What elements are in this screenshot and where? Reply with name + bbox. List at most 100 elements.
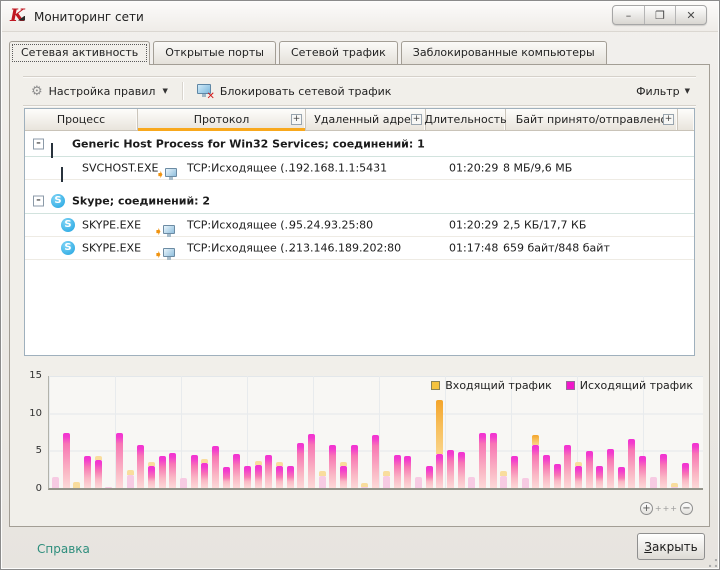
y-tick-label: 15 xyxy=(29,370,42,381)
tab-network-traffic[interactable]: Сетевой трафик xyxy=(279,41,398,64)
column-header-protocol[interactable]: Протокол + xyxy=(138,109,306,130)
chart-bar xyxy=(105,487,112,488)
chart-bar xyxy=(468,477,475,488)
column-header-address[interactable]: Удаленный адрес + xyxy=(306,109,426,130)
tab-blocked-computers[interactable]: Заблокированные компьютеры xyxy=(401,41,607,64)
chart-bar xyxy=(692,443,699,488)
table-row[interactable]: SVCHOST.EXE ➧ TCP:Исходящее (… 192.168.1… xyxy=(25,157,694,180)
protocol-value: TCP:Исходящее (… xyxy=(187,162,296,175)
y-tick-label: 10 xyxy=(29,408,42,419)
chart-bar xyxy=(596,466,603,488)
network-monitor-window: K Мониторинг сети – ❐ ✕ Сетевая активнос… xyxy=(0,0,720,570)
toolbar: ⚙ Настройка правил ▼ ✕ Блокировать сетев… xyxy=(23,76,696,106)
chart-bar xyxy=(276,462,283,488)
skype-icon: S xyxy=(61,241,75,255)
chart-bar xyxy=(63,433,70,488)
chart-bar xyxy=(564,445,571,488)
filter-button[interactable]: Фильтр ▼ xyxy=(630,82,696,101)
traffic-chart: 15 10 5 0 Входящий трафик Исходящий траф… xyxy=(24,374,705,496)
zoom-in-icon[interactable]: + xyxy=(640,502,653,515)
collapse-icon[interactable]: – xyxy=(33,138,44,149)
close-icon[interactable]: ✕ xyxy=(675,6,706,24)
bytes-value: 2,5 КБ/17,7 КБ xyxy=(503,219,586,232)
chart-bar xyxy=(500,471,507,488)
bytes-value: 659 байт/848 байт xyxy=(503,242,610,255)
chart-bar xyxy=(372,435,379,488)
column-header-filler xyxy=(678,109,694,130)
zoom-slider[interactable]: +++ xyxy=(655,504,678,513)
chart-bar xyxy=(148,462,155,488)
chart-bar xyxy=(575,462,582,488)
chart-bar xyxy=(532,435,539,488)
chart-bar xyxy=(511,456,518,488)
chart-bar xyxy=(73,482,80,488)
block-traffic-button[interactable]: ✕ Блокировать сетевой трафик xyxy=(189,81,400,102)
chart-bar xyxy=(169,453,176,488)
table-row[interactable]: S SKYPE.EXE ➧ TCP:Исходящее (… 95.24.93.… xyxy=(25,214,694,237)
chart-bar xyxy=(618,467,625,488)
chart-bar xyxy=(116,433,123,488)
group-label: Generic Host Process for Win32 Services;… xyxy=(72,137,425,150)
collapse-icon[interactable]: – xyxy=(33,195,44,206)
process-name: SKYPE.EXE xyxy=(82,242,141,255)
column-header-process[interactable]: Процесс xyxy=(25,109,138,130)
chart-bar xyxy=(52,477,59,488)
protocol-value: TCP:Исходящее (… xyxy=(187,219,296,232)
chart-bar xyxy=(607,449,614,488)
chart-bar xyxy=(265,455,272,488)
chart-bar xyxy=(682,463,689,488)
expand-column-icon[interactable]: + xyxy=(291,114,302,125)
chart-bar xyxy=(244,466,251,488)
group-row-svchost[interactable]: – Generic Host Process for Win32 Service… xyxy=(25,131,694,157)
protocol-value: TCP:Исходящее (… xyxy=(187,242,296,255)
skype-icon: S xyxy=(51,194,65,208)
chart-bar xyxy=(84,456,91,488)
chevron-down-icon: ▼ xyxy=(162,87,167,95)
column-header-bytes[interactable]: Байт принято/отправлено + xyxy=(506,109,678,130)
process-name: SVCHOST.EXE xyxy=(82,162,158,175)
chart-bar xyxy=(628,439,635,488)
chart-bar xyxy=(447,450,454,488)
chart-bars xyxy=(52,376,700,488)
chart-bar xyxy=(329,445,336,488)
spacer-row xyxy=(25,180,694,188)
chart-bar xyxy=(479,433,486,488)
rules-setup-button[interactable]: ⚙ Настройка правил ▼ xyxy=(23,82,176,101)
chart-bar xyxy=(137,445,144,488)
table-row[interactable]: S SKYPE.EXE ➧ TCP:Исходящее (… 213.146.1… xyxy=(25,237,694,260)
chart-bar xyxy=(191,455,198,488)
chart-bar xyxy=(319,471,326,488)
duration-value: 01:20:29 xyxy=(449,162,498,175)
legend-item-outgoing: Исходящий трафик xyxy=(566,379,693,392)
tab-bar: Сетевая активность Открытые порты Сетево… xyxy=(9,41,607,65)
column-header-duration[interactable]: Длительность xyxy=(426,109,506,130)
chart-bar xyxy=(297,443,304,488)
chart-bar xyxy=(233,454,240,488)
incoming-swatch-icon xyxy=(431,381,440,390)
chart-bar xyxy=(340,462,347,488)
close-button[interactable]: Закрыть xyxy=(637,533,705,560)
chart-bar xyxy=(383,471,390,488)
expand-column-icon[interactable]: + xyxy=(663,114,674,125)
maximize-button[interactable]: ❐ xyxy=(644,6,675,24)
tab-network-activity[interactable]: Сетевая активность xyxy=(9,41,150,65)
help-link[interactable]: Справка xyxy=(37,542,90,556)
expand-column-icon[interactable]: + xyxy=(411,114,422,125)
remote-address: 192.168.1.1:5431 xyxy=(289,162,387,175)
chart-bar xyxy=(404,456,411,488)
skype-icon: S xyxy=(61,218,75,232)
chart-bar xyxy=(255,461,262,488)
resize-grip[interactable] xyxy=(709,559,717,567)
duration-value: 01:17:48 xyxy=(449,242,498,255)
table-header: Процесс Протокол + Удаленный адрес + Дли… xyxy=(25,109,694,131)
group-row-skype[interactable]: – S Skype; соединений: 2 xyxy=(25,188,694,214)
app-window-icon xyxy=(51,143,53,158)
chart-bar xyxy=(490,433,497,488)
chart-bar xyxy=(351,445,358,488)
remote-address: 213.146.189.202:80 xyxy=(289,242,401,255)
chart-bar xyxy=(95,456,102,488)
zoom-out-icon[interactable]: − xyxy=(680,502,693,515)
minimize-button[interactable]: – xyxy=(613,6,644,24)
tab-open-ports[interactable]: Открытые порты xyxy=(153,41,276,64)
chart-plot-area: Входящий трафик Исходящий трафик xyxy=(48,376,703,490)
